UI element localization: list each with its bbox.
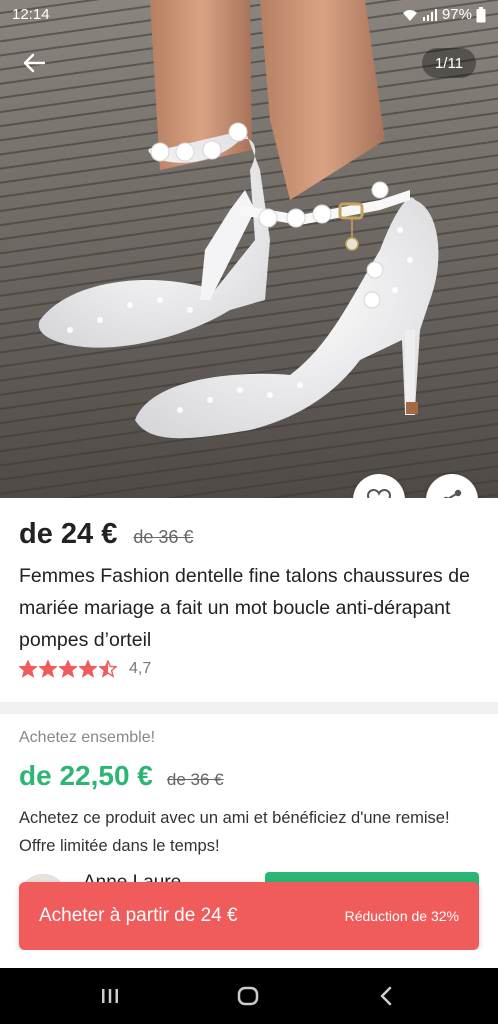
recent-apps-button[interactable] [80,978,140,1014]
product-photo [0,0,498,498]
product-image[interactable]: 12:14 97% 1/11 [0,0,498,498]
home-icon [237,986,259,1006]
chevron-left-icon [380,986,392,1006]
recent-apps-icon [102,989,118,1003]
product-old-price: de 36 € [133,527,194,547]
group-buy-label: Achetez ensemble! [19,729,156,746]
image-counter: 1/11 [422,48,476,78]
group-buy-old-price: de 36 € [166,770,224,789]
buy-button[interactable]: Acheter à partir de 24 € Réduction de 32… [19,882,479,950]
discount-label: Réduction de 32% [344,908,459,924]
section-divider [0,702,498,714]
arrow-left-icon [23,53,46,73]
back-button[interactable] [14,46,54,80]
product-title: Femmes Fashion dentelle fine talons chau… [19,565,470,651]
battery-icon [476,6,486,22]
wifi-icon [402,9,417,21]
rating-value: 4,7 [129,660,152,677]
star-full-icon [79,660,97,678]
system-back-button[interactable] [356,978,416,1014]
group-buy-description: Achetez ce produit avec un ami et bénéfi… [19,809,450,855]
star-half-icon [99,660,117,678]
battery-level: 97% [441,6,472,23]
product-price: de 24 € [19,518,118,550]
star-full-icon [59,660,77,678]
star-full-icon [39,660,57,678]
product-info: de 24 € de 36 € Femmes Fashion dentelle … [0,498,498,702]
product-screen: 12:14 97% 1/11 de 24 € de 36 € Femmes Fa… [0,0,498,1024]
signal-icon [422,8,437,21]
star-full-icon [19,660,37,678]
group-buy-price: de 22,50 € [19,760,153,791]
status-time: 12:14 [12,6,50,23]
status-bar: 12:14 97% [0,0,498,30]
home-button[interactable] [218,978,278,1014]
status-icons: 97% [402,6,486,23]
system-nav-bar [0,968,498,1024]
bottom-band [0,950,498,968]
rating-stars [19,660,117,678]
group-price-row: de 22,50 € de 36 € [19,760,224,792]
price-row: de 24 € de 36 € [19,518,193,551]
buy-button-label: Acheter à partir de 24 € [39,905,238,926]
product-rating[interactable]: 4,7 [19,660,151,678]
